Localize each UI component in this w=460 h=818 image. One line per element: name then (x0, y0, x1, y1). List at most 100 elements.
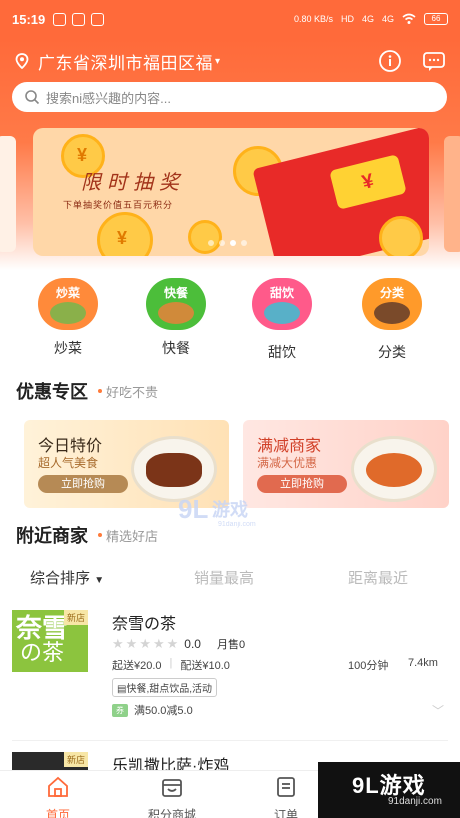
svg-text:9L: 9L (178, 494, 208, 524)
banner-next-card[interactable] (444, 136, 460, 252)
coin-decoration (379, 216, 423, 256)
category-tag: 分类 (379, 286, 404, 300)
wifi-icon (402, 13, 416, 24)
distance: 7.4km (408, 657, 438, 669)
logo-text: の茶 (20, 641, 65, 666)
chevron-down-icon[interactable]: ▾ (215, 56, 220, 67)
carousel-dot-active[interactable] (230, 240, 236, 246)
min-order: 起送¥20.0 (112, 660, 162, 672)
buy-now-button[interactable]: 立即抢购 (257, 475, 347, 493)
nav-label: 积分商城 (147, 808, 196, 818)
promo-subtitle: 满减大优惠 (257, 456, 318, 470)
order-icon (277, 777, 295, 797)
corner-watermark: 9L游戏 91danji.com (318, 762, 460, 818)
discount-row: 券 满50.0减5.0 (112, 702, 193, 718)
tab-sort-sales[interactable]: 销量最高 (194, 567, 254, 588)
location-row: 广东省深圳市福田区福 ▾ (14, 46, 446, 76)
category-icon: 甜饮 (252, 278, 312, 330)
banner-title: 限时抽奖 (81, 170, 185, 194)
carousel-dot[interactable] (208, 240, 214, 246)
coin-decoration (188, 220, 222, 254)
banner-carousel[interactable]: ¥ ¥ 限时抽奖 下单抽奖价值五百元积分 ¥ (0, 128, 460, 258)
search-input[interactable]: 搜索ni感兴趣的内容... (12, 82, 447, 112)
chevron-down-icon[interactable]: ﹀ (432, 702, 444, 719)
watermark-url: 91danji.com (388, 796, 442, 807)
banner-slide[interactable]: ¥ ¥ 限时抽奖 下单抽奖价值五百元积分 ¥ (33, 128, 429, 256)
category-tag: 快餐 (163, 286, 188, 300)
notification-icon (72, 12, 86, 26)
category-tag: 炒菜 (55, 286, 80, 300)
info-icon[interactable] (378, 49, 402, 73)
star-icon: ★ (112, 636, 124, 651)
delivery-fee: 配送¥10.0 (180, 660, 230, 672)
carousel-dots (208, 240, 247, 246)
banner-prev-card[interactable] (0, 136, 16, 252)
category-item-fast-food[interactable]: 快餐 快餐 (136, 278, 216, 358)
location-selector[interactable]: 广东省深圳市福田区福 (38, 49, 213, 74)
food-image (264, 302, 300, 324)
deals-subtitle-text: 好吃不贵 (106, 384, 159, 400)
discount-text: 满50.0减5.0 (134, 705, 193, 717)
new-shop-badge: 新店 (63, 752, 88, 767)
divider (12, 740, 448, 741)
nav-points-mall[interactable]: 积分商城 (132, 775, 212, 818)
category-item-classify[interactable]: 分类 分类 (352, 278, 432, 362)
category-icon: 分类 (362, 278, 422, 330)
category-item-drinks[interactable]: 甜饮 甜饮 (242, 278, 322, 362)
rating-row: ★ ★ ★ ★ ★ 0.0 月售0 (112, 636, 245, 652)
tab-sort-distance[interactable]: 距离最近 (348, 567, 408, 588)
shop-logo: 奈雪 の茶 新店 (12, 610, 88, 672)
divider: | (169, 657, 173, 669)
header-actions (378, 49, 446, 73)
carousel-dot[interactable] (219, 240, 225, 246)
sort-tabs: 综合排序 ▼ 销量最高 距离最近 (0, 560, 460, 594)
header: 广东省深圳市福田区福 ▾ 搜索ni感兴趣的内容... ¥ ¥ 限时抽奖 下单抽奖… (0, 38, 460, 270)
nearby-title: 附近商家 (16, 526, 88, 546)
nav-orders[interactable]: 订单 (246, 775, 326, 818)
promo-subtitle: 超人气美食 (38, 456, 99, 470)
svg-text:游戏: 游戏 (212, 499, 248, 520)
category-label: 分类 (378, 344, 406, 360)
category-item-stir-fry[interactable]: 炒菜 炒菜 (28, 278, 108, 358)
yen-icon: ¥ (117, 228, 128, 248)
battery-icon: 66 (424, 13, 448, 25)
buy-now-button[interactable]: 立即抢购 (38, 475, 128, 493)
yen-icon: ¥ (77, 145, 88, 165)
category-label: 炒菜 (54, 340, 82, 356)
star-icon: ★ (125, 636, 138, 651)
shop-card[interactable]: 奈雪 の茶 新店 奈雪の茶 ★ ★ ★ ★ ★ 0.0 月售0 起送¥20.0 … (0, 610, 460, 730)
status-right: 0.80 KB/s HD 4G 4G 66 (294, 13, 448, 25)
crab-image (351, 436, 437, 502)
net-speed: 0.80 KB/s (293, 14, 333, 24)
category-tag-text: 快餐,甜点饮品,活动 (126, 684, 213, 695)
food-image (158, 302, 194, 324)
tab-sort-default[interactable]: 综合排序 ▼ (30, 567, 104, 588)
food-image (374, 302, 410, 324)
category-tag: 甜饮 (269, 286, 294, 300)
caret-down-icon: ▼ (94, 574, 105, 586)
signal-label: 4G (381, 14, 394, 24)
promo-card-discount-shops[interactable]: 满减商家 满减大优惠 立即抢购 (243, 420, 449, 508)
notification-icon (53, 12, 67, 26)
deals-section-title: 优惠专区 好吃不贵 (16, 378, 158, 404)
deals-subtitle: 好吃不贵 (98, 382, 158, 401)
category-label: 快餐 (162, 340, 190, 356)
category-label: 甜饮 (268, 344, 296, 360)
nearby-section-title: 附近商家 精选好店 (16, 522, 158, 548)
food-image (50, 302, 86, 324)
nav-label: 订单 (273, 808, 298, 818)
promo-title: 今日特价 (38, 438, 103, 455)
home-icon (48, 776, 68, 797)
notification-icons (53, 12, 105, 26)
nav-home[interactable]: 首页 (18, 775, 98, 818)
carousel-dot[interactable] (241, 240, 247, 246)
shop-logo: 新店 (12, 752, 88, 770)
logo-text: 奈雪 (16, 614, 69, 644)
new-shop-badge: 新店 (63, 610, 88, 625)
message-icon[interactable] (422, 49, 446, 73)
watermark-logo: 9L 游戏 91danji.com (178, 494, 256, 528)
promo-title: 满减商家 (257, 438, 322, 455)
rating-score: 0.0 (184, 637, 201, 651)
steak-image (131, 436, 217, 502)
shop-icon (162, 779, 182, 797)
